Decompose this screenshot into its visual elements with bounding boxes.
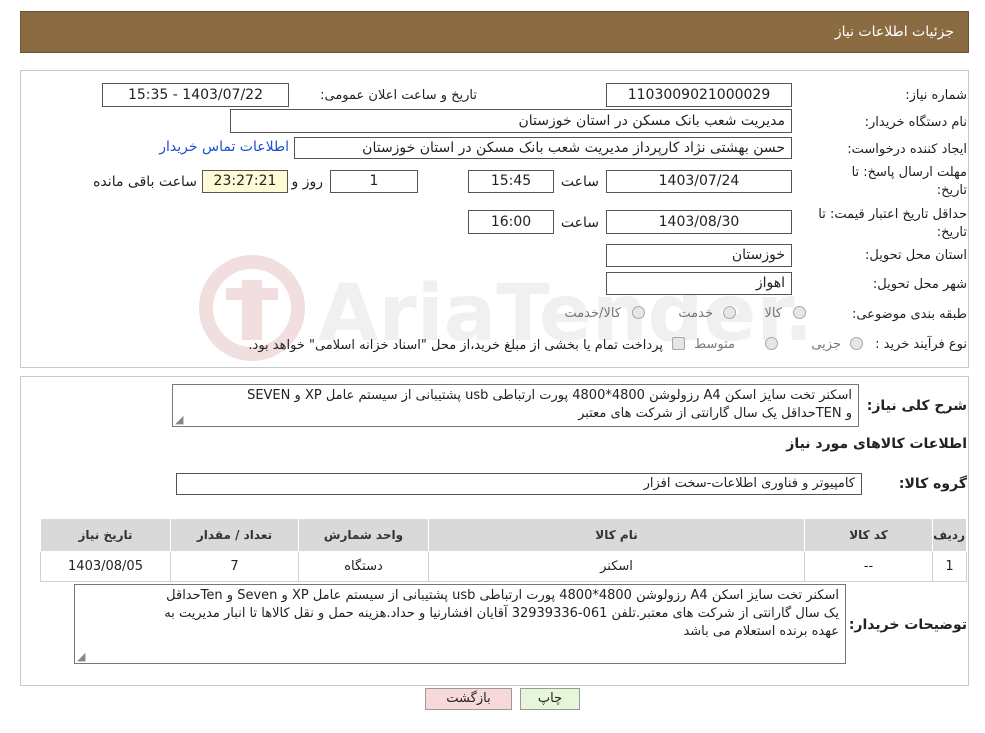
buyer-contact-link[interactable]: اطلاعات تماس خریدار [159, 139, 289, 155]
process-radio-minor[interactable] [850, 337, 863, 350]
province-field: خوزستان [606, 244, 792, 267]
announce-label: تاریخ و ساعت اعلان عمومی: [320, 88, 477, 103]
process-medium-label: متوسط [694, 337, 735, 352]
deadline-date-field: 1403/07/24 [606, 170, 792, 193]
buyer-notes-text: اسکنر تخت سایز اسکن A4 رزولوشن 4800*4800… [74, 584, 846, 664]
buyer-notes-line-3: عهده برنده استعلام می باشد [683, 624, 839, 639]
group-field: کامپیوتر و فناوری اطلاعات-سخت افزار [176, 473, 862, 495]
deadline-time-field: 15:45 [468, 170, 554, 193]
category-service-label: خدمت [678, 306, 713, 321]
cell-item-name: اسکنر [428, 551, 805, 582]
buyer-org-field: مدیریت شعب بانک مسکن در استان خوزستان [230, 109, 792, 133]
col-item-name: نام کالا [428, 518, 805, 552]
col-row-number: ردیف [932, 518, 967, 552]
group-label: گروه کالا: [898, 476, 967, 492]
cell-quantity: 7 [170, 551, 299, 582]
back-button[interactable]: بازگشت [425, 688, 512, 710]
category-goods-label: کالا [764, 306, 782, 321]
validity-label: حداقل تاریخ اعتبار قیمت: تا [818, 207, 967, 222]
category-goods-service-label: کالا/خدمت [564, 306, 621, 321]
cell-unit: دستگاه [298, 551, 429, 582]
cell-item-code: -- [804, 551, 933, 582]
col-need-date: تاریخ نیاز [40, 518, 171, 552]
items-heading: اطلاعات کالاهای مورد نیاز [786, 436, 967, 452]
announce-field: 1403/07/22 - 15:35 [102, 83, 289, 107]
validity-date-field: 1403/08/30 [606, 210, 792, 234]
remaining-time-field: 23:27:21 [202, 170, 288, 193]
cell-need-date: 1403/08/05 [40, 551, 171, 582]
category-radio-service[interactable] [723, 306, 736, 319]
items-table: ردیف کد کالا نام کالا واحد شمارش تعداد /… [40, 518, 967, 582]
deadline-label: مهلت ارسال پاسخ: تا [851, 165, 967, 180]
col-quantity: تعداد / مقدار [170, 518, 299, 552]
deadline-label-cont: تاریخ: [936, 183, 967, 198]
category-label: طبقه بندی موضوعی: [851, 307, 967, 322]
days-label: روز و [291, 174, 324, 190]
page-header: جزئیات اطلاعات نیاز [20, 11, 969, 53]
col-unit: واحد شمارش [298, 518, 429, 552]
table-header-row: ردیف کد کالا نام کالا واحد شمارش تعداد /… [40, 518, 967, 552]
buyer-notes-label: توضیحات خریدار: [848, 617, 967, 633]
payment-note: پرداخت تمام یا بخشی از مبلغ خرید،از محل … [248, 338, 663, 353]
buyer-notes-line-2: یک سال گارانتی از شرکت های معتبر.تلفن 06… [164, 606, 839, 621]
process-radio-medium[interactable] [765, 337, 778, 350]
summary-text: اسکنر تخت سایز اسکن A4 رزولوشن 4800*4800… [172, 384, 859, 427]
print-button[interactable]: چاپ [520, 688, 580, 710]
table-row: 1 -- اسکنر دستگاه 7 1403/08/05 [40, 551, 967, 582]
treasury-checkbox[interactable] [672, 337, 685, 350]
summary-line-2: و TENحداقل یک سال گارانتی از شرکت های مع… [578, 406, 852, 421]
category-radio-goods[interactable] [793, 306, 806, 319]
buyer-notes-line-1: اسکنر تخت سایز اسکن A4 رزولوشن 4800*4800… [166, 588, 839, 603]
days-field: 1 [330, 170, 418, 193]
requester-label: ایجاد کننده درخواست: [847, 142, 967, 157]
city-field: اهواز [606, 272, 792, 295]
remaining-label: ساعت باقی مانده [93, 174, 197, 190]
deadline-time-label: ساعت [560, 174, 599, 190]
validity-label-cont: تاریخ: [936, 225, 967, 240]
buyer-org-label: نام دستگاه خریدار: [864, 115, 967, 130]
resize-handle-icon[interactable]: ◢ [175, 414, 183, 425]
cell-row-number: 1 [932, 551, 967, 582]
summary-label: شرح کلی نیاز: [866, 398, 967, 414]
process-minor-label: جزیی [811, 337, 841, 352]
resize-handle-icon[interactable]: ◢ [77, 651, 85, 662]
need-number-field: 1103009021000029 [606, 83, 792, 107]
validity-time-label: ساعت [560, 215, 599, 231]
col-item-code: کد کالا [804, 518, 933, 552]
page-title: جزئیات اطلاعات نیاز [834, 24, 954, 40]
category-radio-goods-service[interactable] [632, 306, 645, 319]
requester-field: حسن بهشتی نژاد کارپرداز مدیریت شعب بانک … [294, 137, 792, 159]
summary-line-1: اسکنر تخت سایز اسکن A4 رزولوشن 4800*4800… [247, 388, 852, 403]
city-label: شهر محل تحویل: [872, 277, 967, 292]
validity-time-field: 16:00 [468, 210, 554, 234]
process-label: نوع فرآیند خرید : [875, 337, 967, 352]
province-label: استان محل تحویل: [865, 248, 967, 263]
need-number-label: شماره نیاز: [905, 88, 967, 103]
